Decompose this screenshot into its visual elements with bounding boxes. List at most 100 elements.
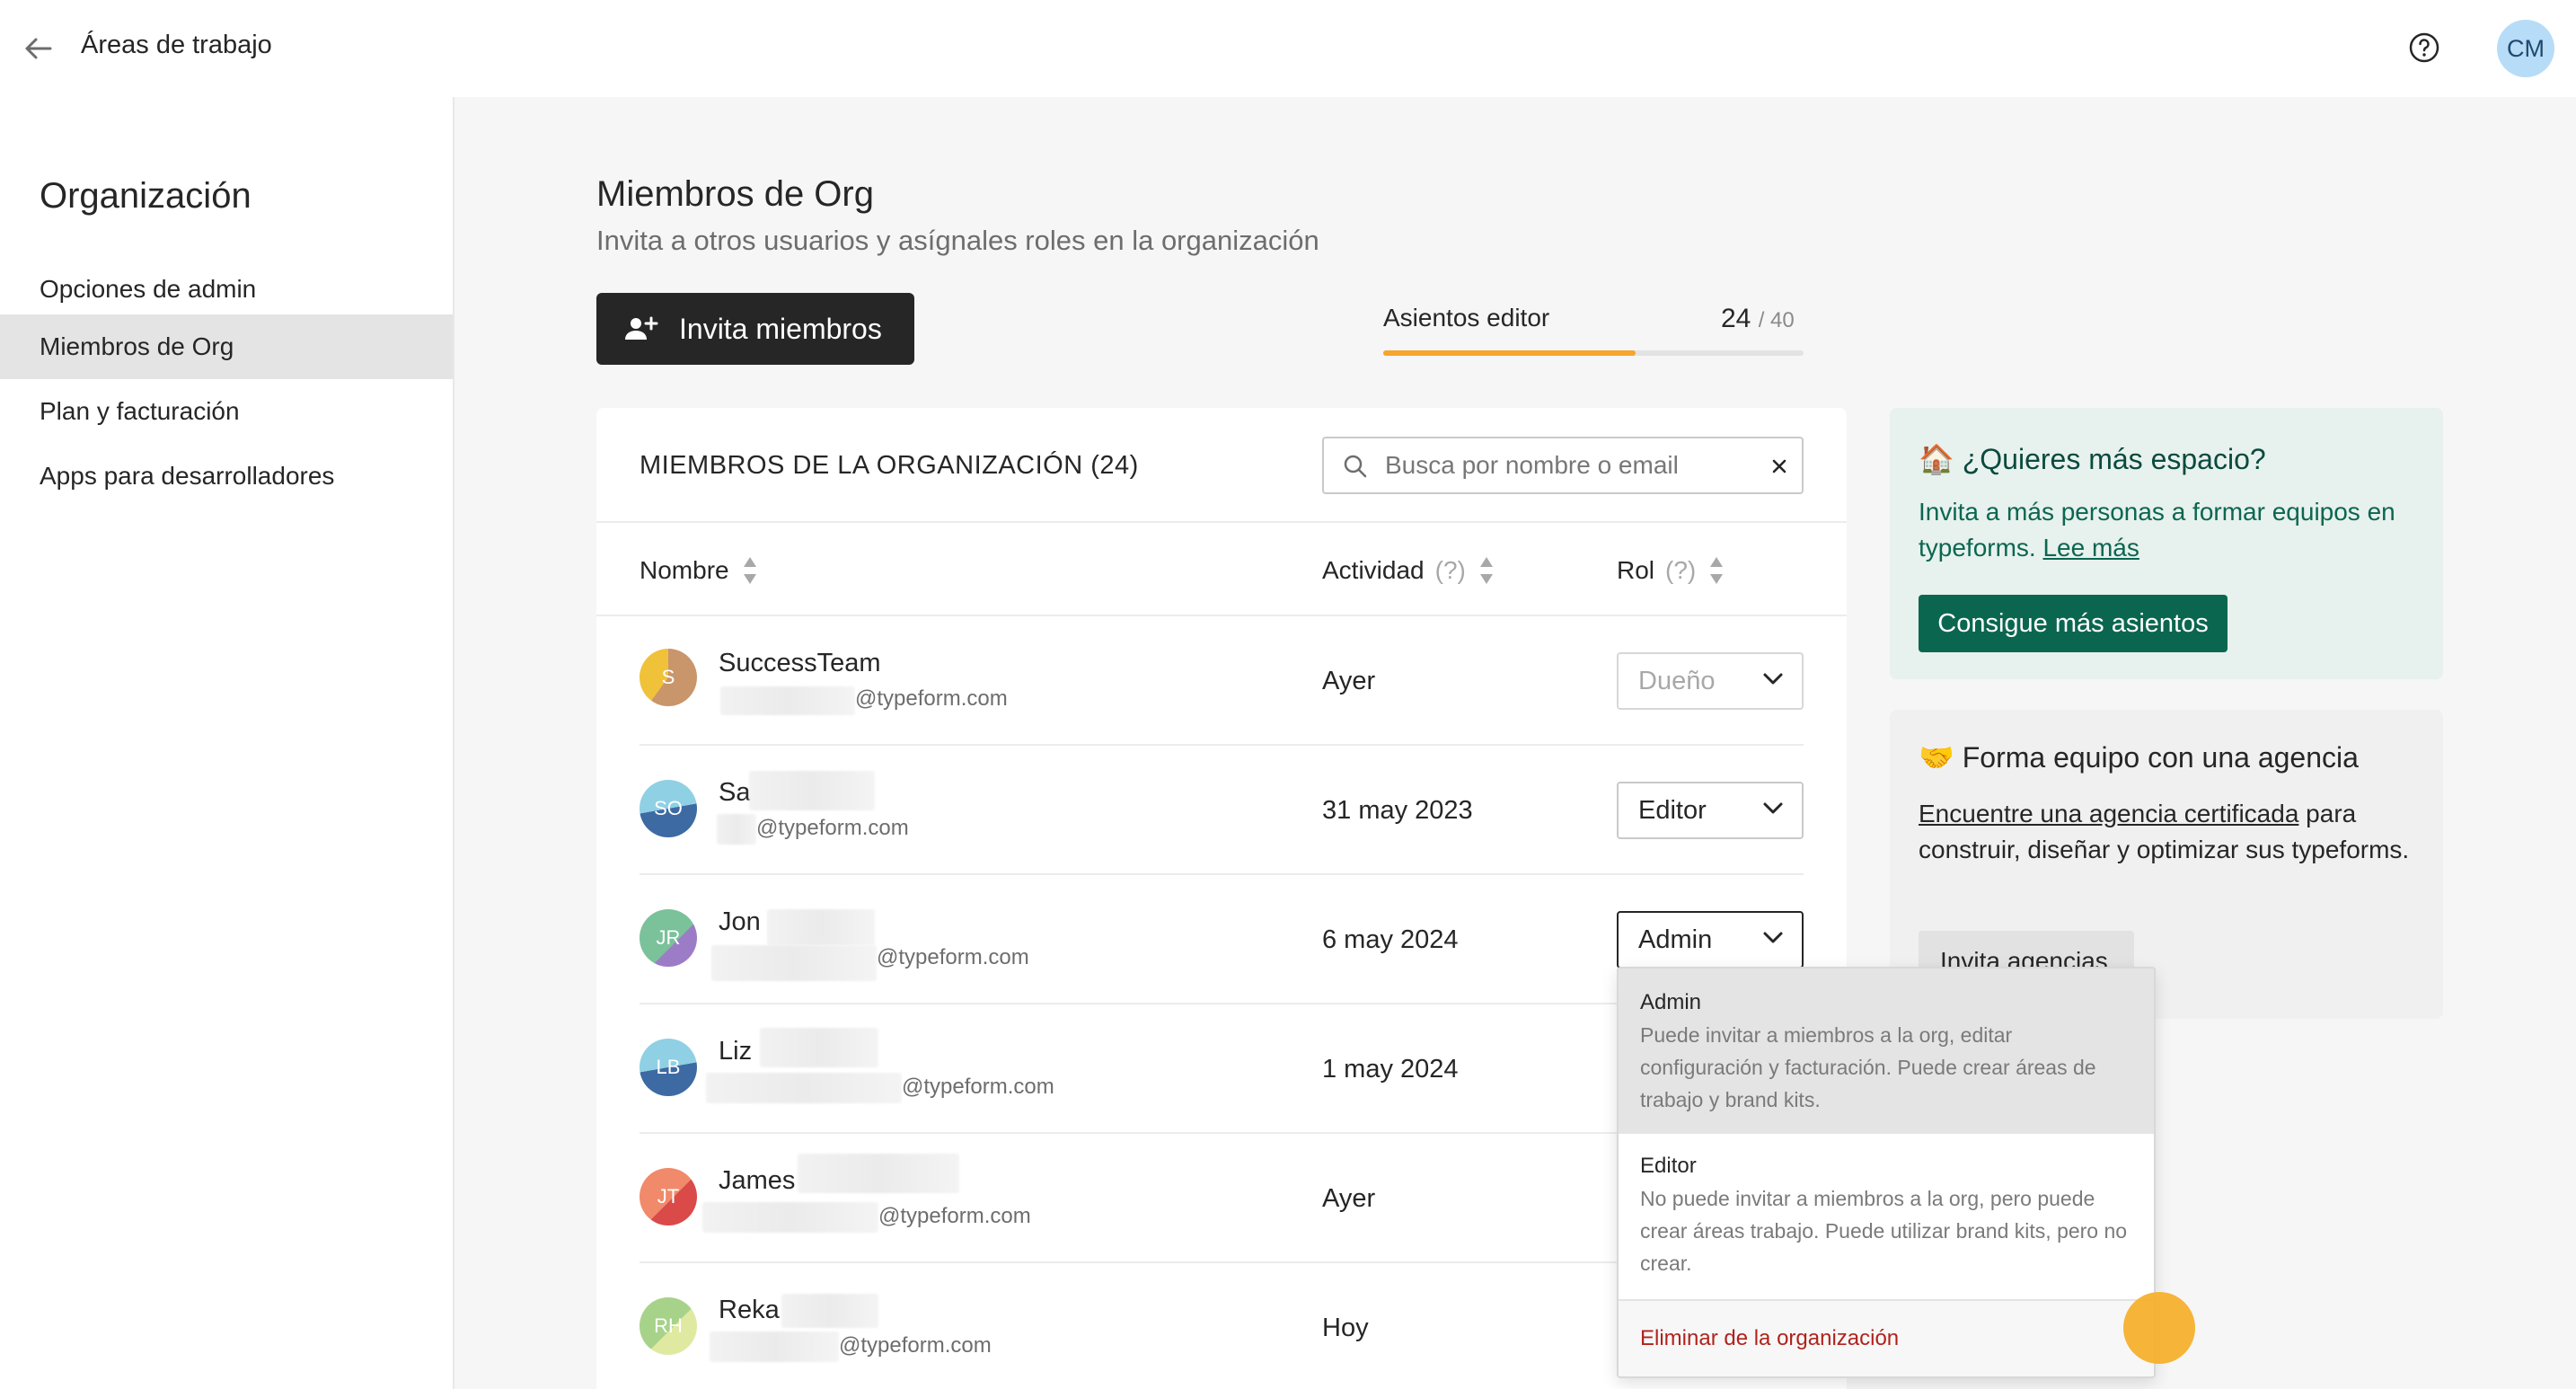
remove-from-org-option[interactable]: Eliminar de la organización	[1619, 1301, 2154, 1376]
member-activity: Ayer	[1322, 1184, 1376, 1213]
cursor-highlight	[2123, 1292, 2195, 1364]
member-activity: Ayer	[1322, 667, 1376, 695]
role-option-description: No puede invitar a miembros a la org, pe…	[1640, 1187, 2128, 1275]
role-option-description: Puede invitar a miembros a la org, edita…	[1640, 1023, 2096, 1111]
handshake-icon: 🤝	[1919, 741, 1954, 774]
role-select: Dueño	[1617, 652, 1804, 710]
redacted-name-blur	[798, 1154, 959, 1193]
chevron-down-icon	[1763, 673, 1783, 685]
member-name: Liz	[719, 1037, 753, 1066]
redacted-email-blur	[710, 1331, 839, 1362]
sort-icon	[1479, 557, 1493, 584]
member-email: @typeform.com	[839, 1333, 992, 1358]
seats-used: 24	[1721, 304, 1751, 333]
find-agency-link[interactable]: Encuentre una agencia certificada	[1919, 800, 2298, 827]
member-search	[1322, 437, 1804, 494]
sidebar: Organización Opciones de admin Miembros …	[0, 97, 454, 1389]
user-avatar[interactable]: CM	[2497, 20, 2554, 77]
redacted-email-blur	[717, 814, 756, 845]
seats-progress-bar	[1383, 350, 1804, 356]
member-name: Jon	[719, 907, 761, 936]
get-more-seats-button[interactable]: Consigue más asientos	[1919, 595, 2228, 652]
more-seats-text: Invita a más personas a formar equipos e…	[1919, 498, 2395, 562]
redacted-email-blur	[702, 1202, 878, 1233]
column-role-label: Rol	[1617, 556, 1655, 584]
member-email: @typeform.com	[902, 1075, 1054, 1099]
column-header-name[interactable]: Nombre	[640, 555, 758, 586]
add-user-icon	[625, 316, 658, 340]
sidebar-item-org-members[interactable]: Miembros de Org	[0, 314, 453, 379]
role-select-value: Dueño	[1638, 667, 1716, 695]
avatar: JT	[640, 1168, 697, 1225]
divider	[596, 521, 1847, 523]
role-select-value: Editor	[1638, 796, 1707, 825]
redacted-email-blur	[720, 686, 855, 715]
sidebar-item-developer-apps[interactable]: Apps para desarrolladores	[0, 444, 453, 509]
role-option-admin[interactable]: Admin Puede invitar a miembros a la org,…	[1619, 969, 2154, 1134]
sort-icon	[743, 557, 756, 584]
search-icon	[1344, 455, 1367, 478]
role-select[interactable]: Editor	[1617, 782, 1804, 839]
member-activity: 1 may 2024	[1322, 1055, 1459, 1084]
redacted-email-blur	[711, 945, 877, 981]
seats-count: 24 / 40	[1721, 304, 1795, 334]
more-seats-card: 🏠 ¿Quieres más espacio? Invita a más per…	[1890, 408, 2443, 679]
divider	[640, 873, 1804, 875]
member-name: Reka	[719, 1296, 780, 1324]
page-title: Miembros de Org	[596, 174, 874, 214]
avatar: JR	[640, 909, 697, 967]
help-icon[interactable]	[2407, 31, 2441, 65]
more-seats-description: Invita a más personas a formar equipos e…	[1919, 494, 2422, 566]
role-select-value: Admin	[1638, 925, 1713, 954]
avatar: S	[640, 649, 697, 706]
more-seats-title: 🏠 ¿Quieres más espacio?	[1919, 442, 2266, 476]
redacted-name-blur	[749, 771, 875, 810]
sidebar-item-admin-options[interactable]: Opciones de admin	[0, 257, 453, 322]
divider	[640, 744, 1804, 746]
seats-progress-fill	[1383, 350, 1636, 356]
role-select[interactable]: Admin	[1617, 911, 1804, 969]
column-header-activity[interactable]: Actividad (?)	[1322, 555, 1495, 586]
member-name: SuccessTeam	[719, 649, 881, 677]
search-input[interactable]	[1383, 447, 1742, 483]
member-activity: 6 may 2024	[1322, 925, 1459, 954]
arrow-left-icon[interactable]	[20, 32, 56, 65]
avatar: LB	[640, 1039, 697, 1096]
member-name: Sa	[719, 778, 751, 807]
member-name: James	[719, 1166, 796, 1195]
divider	[596, 615, 1847, 616]
chevron-down-icon	[1763, 932, 1783, 943]
top-bar: Áreas de trabajo CM	[0, 0, 2576, 97]
role-option-title: Editor	[1640, 1154, 1697, 1178]
role-option-title: Admin	[1640, 990, 1702, 1014]
redacted-name-blur	[781, 1294, 878, 1328]
more-seats-title-text: ¿Quieres más espacio?	[1962, 443, 2266, 475]
avatar: SO	[640, 780, 697, 837]
column-name-label: Nombre	[640, 556, 729, 584]
agency-title-text: Forma equipo con una agencia	[1962, 741, 2359, 774]
column-activity-label: Actividad	[1322, 556, 1425, 584]
column-header-role[interactable]: Rol (?)	[1617, 555, 1725, 586]
sort-icon	[1710, 557, 1724, 584]
seats-label: Asientos editor	[1383, 304, 1550, 332]
agency-description: Encuentre una agencia certificada para c…	[1919, 796, 2422, 868]
members-card-title: MIEMBROS DE LA ORGANIZACIÓN (24)	[640, 451, 1139, 480]
role-help-hint[interactable]: (?)	[1665, 556, 1696, 585]
read-more-link[interactable]: Lee más	[2042, 534, 2139, 562]
invite-members-label: Invita miembros	[679, 312, 882, 345]
invite-members-button[interactable]: Invita miembros	[596, 293, 914, 365]
seats-total: / 40	[1758, 308, 1795, 332]
house-icon: 🏠	[1919, 443, 1954, 475]
redacted-email-blur	[706, 1073, 902, 1103]
sidebar-title: Organización	[40, 176, 251, 216]
member-email: @typeform.com	[877, 945, 1029, 969]
back-to-workspaces-link[interactable]: Áreas de trabajo	[81, 31, 272, 60]
member-email: @typeform.com	[855, 686, 1008, 711]
chevron-down-icon	[1763, 802, 1783, 814]
clear-search-icon[interactable]	[1768, 455, 1791, 478]
avatar: RH	[640, 1297, 697, 1355]
activity-help-hint[interactable]: (?)	[1435, 556, 1466, 585]
role-option-editor[interactable]: Editor No puede invitar a miembros a la …	[1619, 1134, 2154, 1299]
member-email: @typeform.com	[756, 816, 909, 840]
sidebar-item-plan-billing[interactable]: Plan y facturación	[0, 379, 453, 444]
